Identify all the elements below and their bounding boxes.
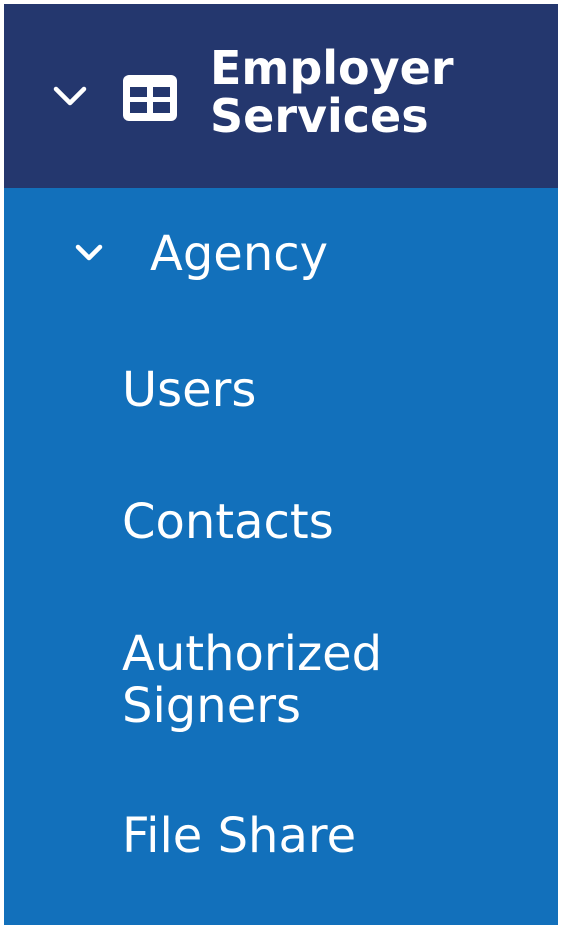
nav-item-authorized-signers[interactable]: Authorized Signers bbox=[4, 614, 558, 750]
table-icon bbox=[120, 72, 180, 124]
nav-item-file-share-label: File Share bbox=[122, 808, 357, 864]
nav-item-file-share[interactable]: File Share bbox=[4, 784, 558, 894]
section-title: Employer Services bbox=[210, 44, 540, 140]
employer-services-section-header[interactable]: Employer Services bbox=[4, 4, 558, 188]
chevron-down-icon[interactable] bbox=[72, 236, 106, 270]
section-title-line-1: Employer bbox=[210, 41, 454, 95]
chevron-down-icon[interactable] bbox=[48, 74, 92, 118]
section-title-line-2: Services bbox=[210, 89, 429, 143]
nav-item-contacts-label: Contacts bbox=[122, 494, 334, 550]
nav-item-authorized-signers-line-2: Signers bbox=[122, 678, 301, 734]
nav-item-authorized-signers-line-1: Authorized bbox=[122, 626, 383, 682]
nav-item-authorized-signers-label: Authorized Signers bbox=[122, 628, 532, 732]
agency-label: Agency bbox=[150, 226, 329, 282]
sidebar-navigation: Employer Services Agency Users Contacts … bbox=[4, 4, 558, 925]
nav-item-contacts[interactable]: Contacts bbox=[4, 474, 558, 584]
nav-item-users[interactable]: Users bbox=[4, 344, 558, 454]
nav-item-users-label: Users bbox=[122, 362, 257, 418]
agency-group-item[interactable]: Agency bbox=[4, 188, 558, 316]
